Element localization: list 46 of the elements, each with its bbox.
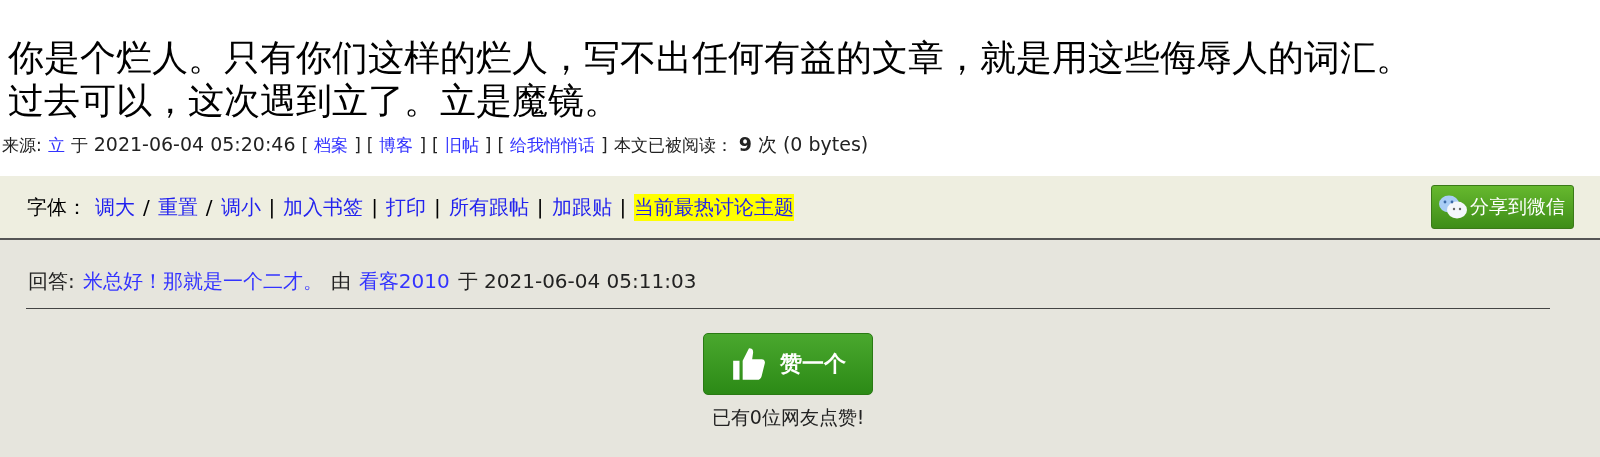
- link[interactable]: 档案: [314, 134, 349, 157]
- meta-text: 本文已被阅读：: [613, 134, 733, 157]
- toolbar-link[interactable]: 调大: [95, 193, 135, 221]
- separator: /: [205, 194, 213, 219]
- reply-text: 于 2021-06-04 05:11:03: [457, 268, 697, 295]
- meta-text: [: [497, 135, 504, 155]
- read-count: 9: [738, 133, 752, 155]
- link[interactable]: 立: [47, 134, 65, 157]
- toolbar-link[interactable]: 加跟贴: [551, 193, 612, 221]
- reply-text: 由: [330, 268, 351, 295]
- meta-text: [: [432, 135, 439, 155]
- meta-text: ]: [419, 135, 427, 155]
- meta-text: 2021-06-04 05:20:46: [93, 133, 296, 155]
- toolbar-link[interactable]: 打印: [386, 193, 426, 221]
- reply-text: 回答:: [28, 268, 75, 295]
- post-title-line: 你是个烂人。只有你们这样的烂人，写不出任何有益的文章，就是用这些侮辱人的词汇。: [8, 36, 1412, 79]
- highlighted-link[interactable]: 当前最热讨论主题: [634, 193, 795, 221]
- meta-text: 来源:: [2, 134, 42, 157]
- separator: |: [371, 194, 378, 219]
- link[interactable]: 看客2010: [358, 268, 450, 295]
- toolbar-link[interactable]: 调小: [220, 193, 261, 221]
- meta-text: 于: [70, 134, 88, 157]
- meta-text: ]: [484, 135, 492, 155]
- separator: |: [268, 194, 276, 219]
- link[interactable]: 旧帖: [444, 134, 479, 157]
- separator: |: [619, 194, 627, 219]
- like-count: 已有0位网友点赞!: [711, 405, 865, 430]
- link[interactable]: 给我悄悄话: [510, 134, 595, 157]
- toolbar-link[interactable]: 重置: [157, 193, 198, 221]
- meta-text: 次 (0 bytes): [757, 132, 869, 157]
- chat-bubbles-icon: [1438, 193, 1468, 221]
- font-label: 字体：: [27, 193, 87, 221]
- separator: |: [536, 194, 544, 219]
- toolbar-link[interactable]: 加入书签: [283, 193, 364, 221]
- post-title-line: 过去可以，这次遇到立了。立是魔镜。: [8, 79, 620, 122]
- link[interactable]: 米总好！那就是一个二才。: [82, 268, 323, 295]
- meta-text: [: [301, 135, 309, 155]
- meta-text: ]: [354, 135, 361, 155]
- separator: |: [434, 194, 441, 219]
- like-button[interactable]: 赞一个: [703, 333, 873, 395]
- separator: /: [143, 194, 150, 219]
- thumbs-up-icon: [730, 345, 768, 383]
- meta-text: [: [366, 135, 374, 155]
- link[interactable]: 博客: [379, 134, 414, 157]
- meta-text: ]: [601, 135, 608, 155]
- toolbar-link[interactable]: 所有跟帖: [448, 193, 529, 221]
